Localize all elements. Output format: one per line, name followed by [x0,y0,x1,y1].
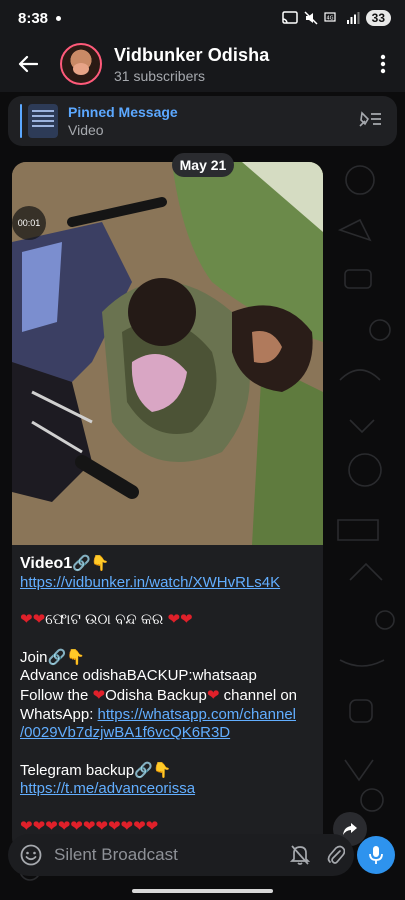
pinned-indicator [20,104,22,138]
telegram-label: Telegram backup [20,761,135,779]
message-input-bar [8,834,354,876]
video-duration: 00:01 [12,206,46,240]
point-down-emoji: 👇 [152,760,172,779]
follow-channel-name: Odisha Backup [105,686,207,704]
battery-indicator: 33 [365,10,391,26]
silent-toggle-button[interactable] [282,844,318,866]
pinned-thumbnail [28,104,58,138]
post-title: Video1 [20,555,73,572]
red-heart-emoji: ❤❤ [20,610,46,629]
post-text: Video1🔗👇 https://vidbunker.in/watch/XWHv… [20,554,320,837]
channel-avatar[interactable] [60,43,102,85]
subscriber-count: 31 subscribers [114,67,206,84]
pin-list-button[interactable] [359,110,383,133]
mute-icon [304,11,318,25]
channel-post[interactable]: 00:01 Video1🔗👇 https://vidbunker.in/watc… [12,162,323,852]
emoji-button[interactable] [8,844,54,866]
broadcast-input[interactable] [54,845,282,865]
pin-list-icon [359,110,381,127]
mic-icon [369,846,383,864]
paperclip-icon [327,845,345,864]
odia-text: ଫୋଟ ଉଠା ବନ୍ଦ କର [45,611,164,629]
voice-record-button[interactable] [357,836,395,874]
link-emoji: 🔗 [72,554,91,572]
chat-header: Vidbunker Odisha 31 subscribers [0,36,405,92]
telegram-link[interactable]: https://t.me/advanceorissa [20,780,195,797]
date-separator: May 21 [172,153,234,177]
link-emoji: 🔗 [47,647,67,666]
pinned-subtitle: Video [68,122,104,138]
join-label: Join [20,648,48,666]
smile-icon [20,844,42,866]
pinned-message-bar[interactable]: Pinned Message Video [8,96,397,146]
whatsapp-link-part2[interactable]: /0029Vb7dzjwBA1f6vcQK6R3D [20,724,230,741]
home-indicator[interactable] [132,889,273,893]
cast-icon [281,11,298,24]
attach-button[interactable] [318,844,354,866]
video-thumbnail[interactable]: 00:01 [12,162,323,545]
status-icons: 4G 33 [281,10,391,26]
status-time: 8:38 [18,9,49,27]
svg-text:4G: 4G [326,16,333,22]
link-emoji: 🔗 [134,760,153,779]
point-down-emoji: 👇 [90,554,110,572]
more-vertical-icon [380,54,386,74]
point-down-emoji: 👇 [66,647,85,666]
red-heart-emoji: ❤❤❤❤❤❤❤❤❤❤❤ [20,816,159,835]
channel-title: Vidbunker Odisha [114,44,270,65]
pinned-title: Pinned Message [68,104,178,120]
video-link[interactable]: https://vidbunker.in/watch/XWHvRLs4K [20,574,280,591]
bell-off-icon [290,845,310,865]
notification-dot [56,15,62,21]
red-heart-emoji: ❤❤ [167,610,193,629]
backup-line: Advance odishaBACKUP:whatsaap [20,667,257,685]
channel-info[interactable]: Vidbunker Odisha 31 subscribers [114,45,269,84]
share-icon [343,823,357,835]
signal-volte-icon: 4G [324,12,336,22]
signal-icon [346,12,360,24]
whatsapp-link-part1[interactable]: https://whatsapp.com/channel [98,706,296,723]
more-menu-button[interactable] [361,54,405,74]
arrow-left-icon [18,55,38,73]
follow-text-pre: Follow the [20,686,93,704]
red-heart-emoji: ❤ [206,685,220,704]
red-heart-emoji: ❤ [92,685,106,704]
back-button[interactable] [0,36,56,92]
status-bar: 8:38 4G 33 [0,0,405,36]
